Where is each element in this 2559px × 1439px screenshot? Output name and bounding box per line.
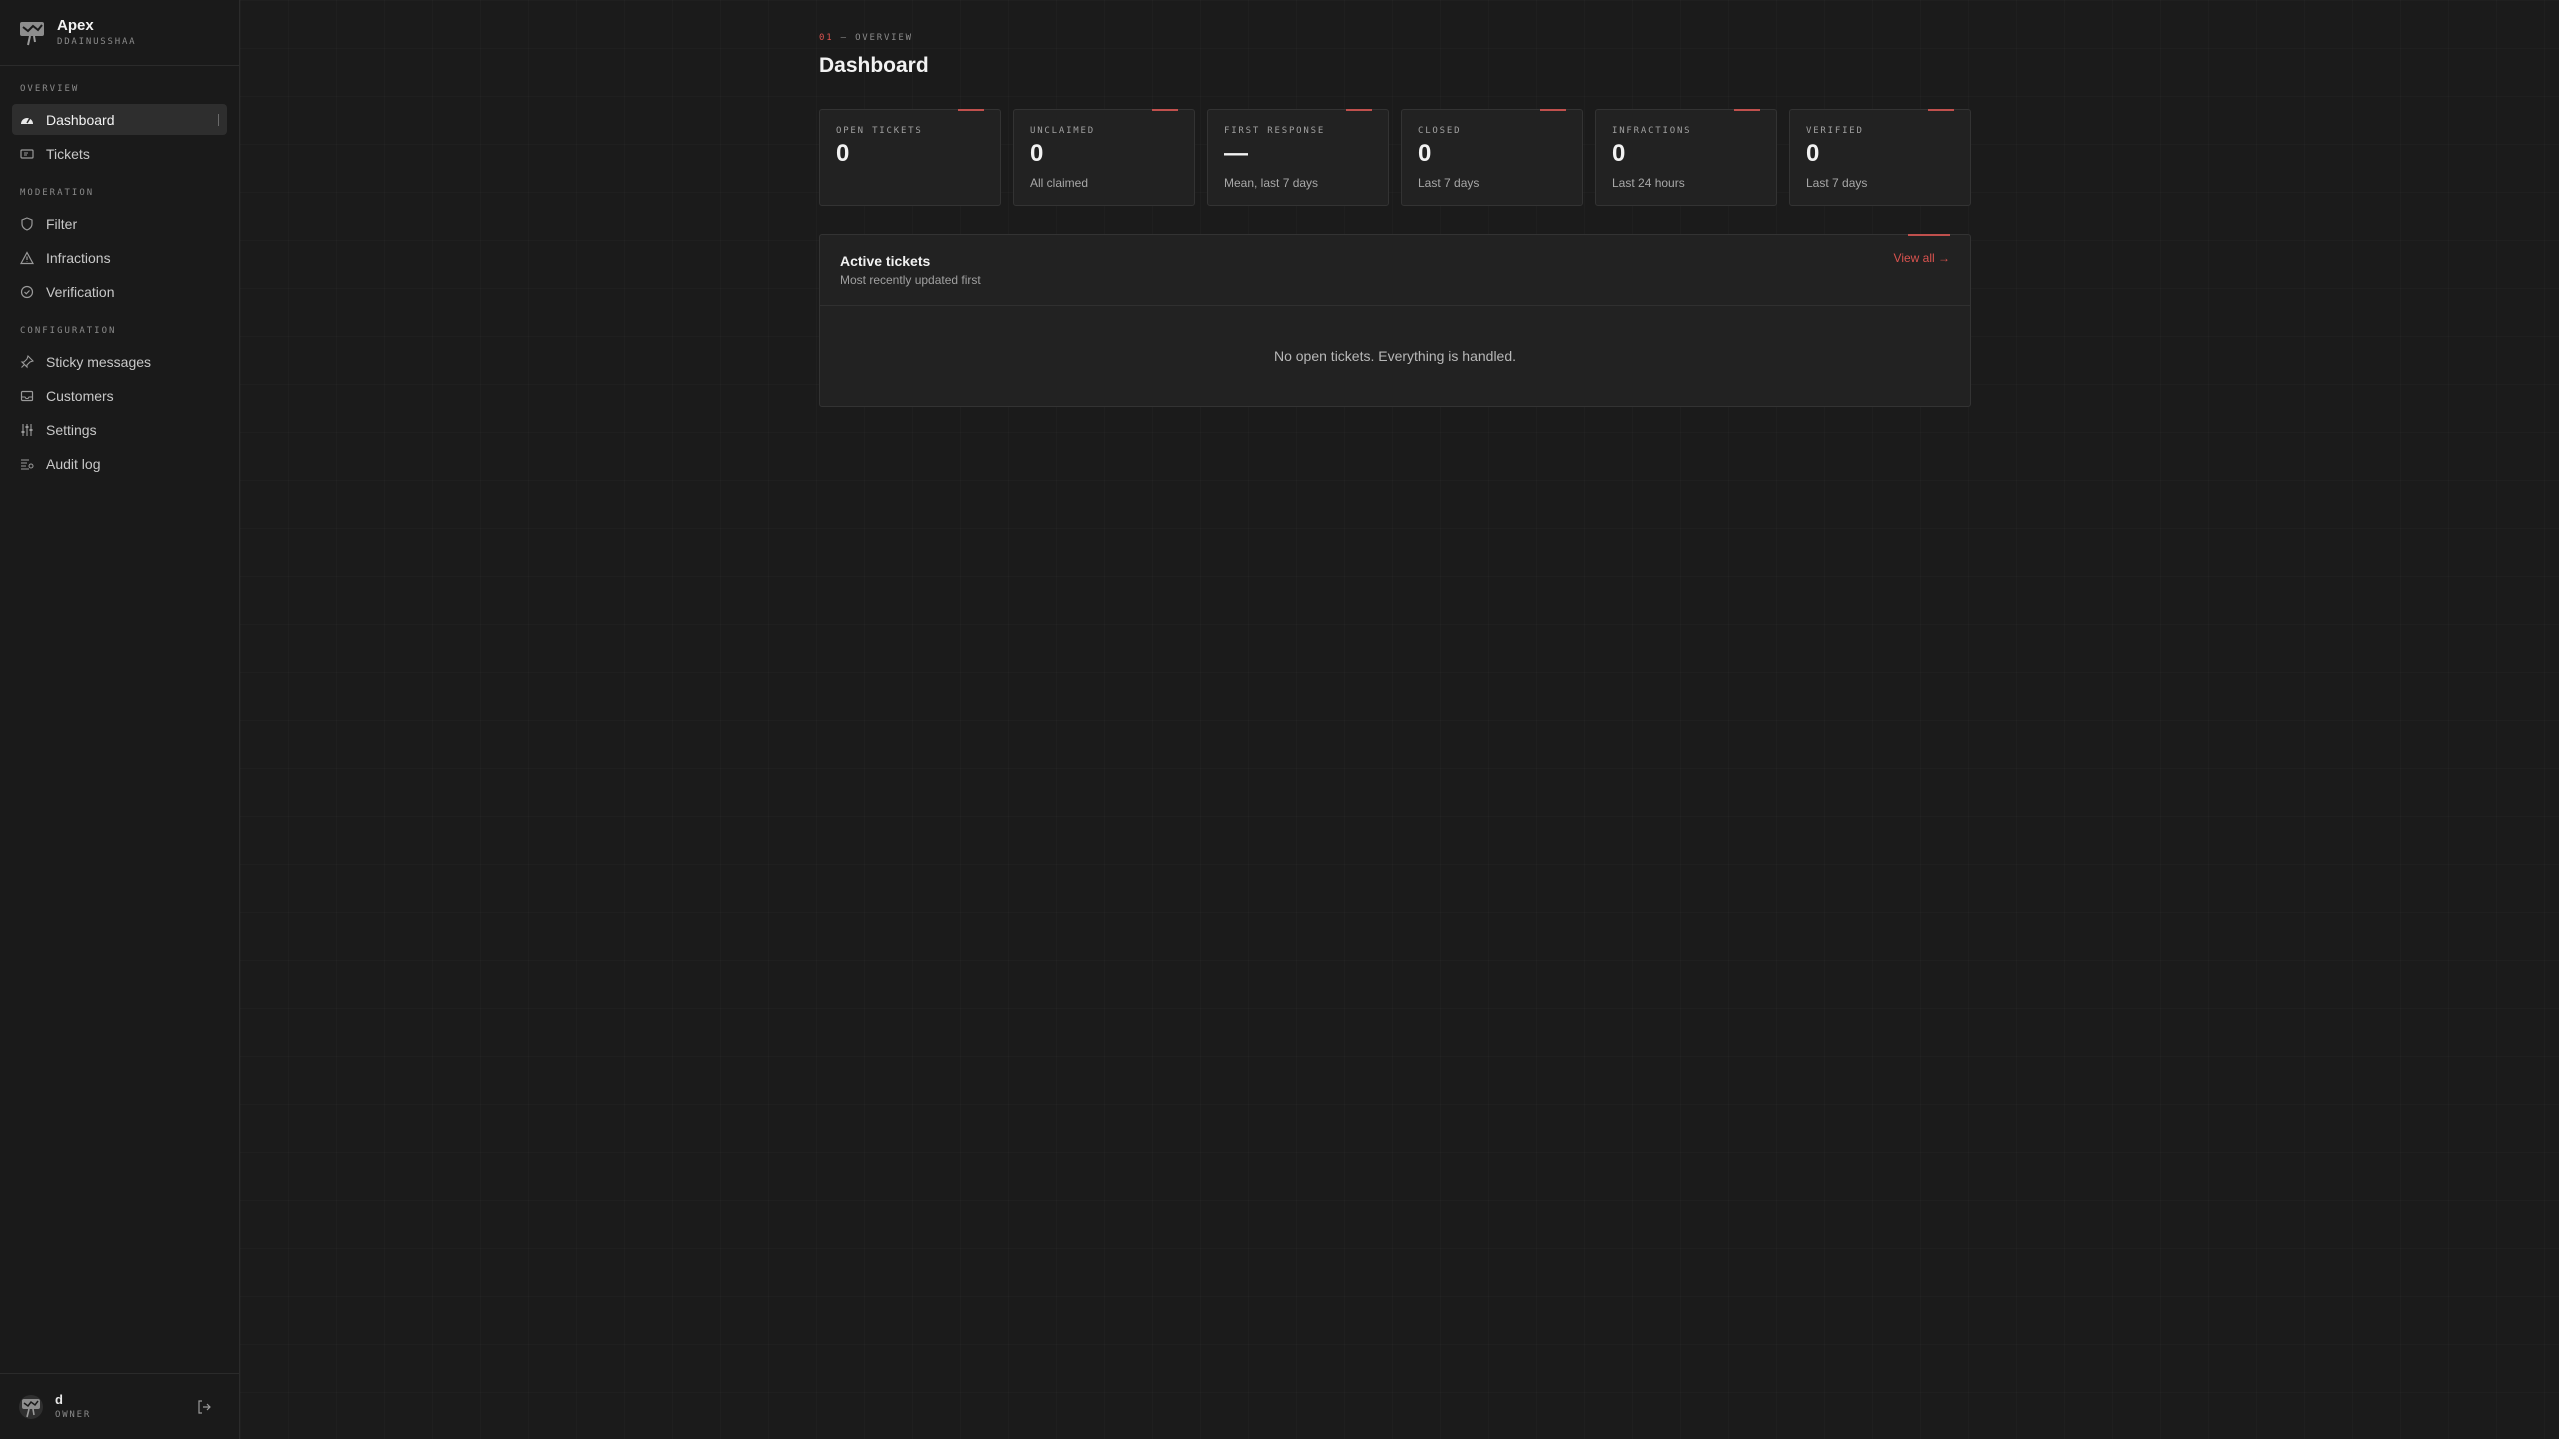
- section-label-overview: OVERVIEW: [20, 84, 80, 94]
- stat-value: 0: [1612, 140, 1626, 167]
- active-tickets-panel: Active tickets Most recently updated fir…: [819, 234, 1971, 407]
- stat-subtext: Mean, last 7 days: [1224, 176, 1319, 190]
- brand-subtitle: DDAINUSSHAA: [57, 36, 137, 47]
- view-all-link[interactable]: View all →: [1894, 251, 1950, 265]
- check-circle-icon: [20, 285, 34, 298]
- sidebar-item-sticky-messages[interactable]: Sticky messages: [12, 346, 227, 377]
- sidebar: Apex DDAINUSSHAA OVERVIEW Dashboard Tick…: [0, 0, 240, 1439]
- panel-title: Active tickets: [840, 253, 931, 269]
- brand-name: Apex: [57, 16, 94, 34]
- sidebar-item-label: Infractions: [46, 249, 111, 266]
- brand-header[interactable]: Apex DDAINUSSHAA: [0, 0, 239, 66]
- sidebar-item-audit-log[interactable]: Audit log: [12, 448, 227, 479]
- user-role: OWNER: [55, 1409, 92, 1420]
- sidebar-item-infractions[interactable]: Infractions: [12, 242, 227, 273]
- section-label-moderation: MODERATION: [20, 188, 95, 198]
- stat-card-unclaimed: UNCLAIMED 0 All claimed: [1013, 109, 1195, 206]
- panel-header: Active tickets Most recently updated fir…: [820, 235, 1970, 306]
- stat-label: VERIFIED: [1806, 126, 1864, 136]
- sidebar-item-verification[interactable]: Verification: [12, 276, 227, 307]
- sidebar-item-label: Customers: [46, 387, 114, 404]
- sidebar-item-tickets[interactable]: Tickets: [12, 138, 227, 169]
- brand-logo-icon: [20, 21, 44, 45]
- stat-card-verified: VERIFIED 0 Last 7 days: [1789, 109, 1971, 206]
- section-label-configuration: CONFIGURATION: [20, 326, 117, 336]
- sliders-icon: [21, 423, 33, 436]
- avatar[interactable]: [18, 1394, 44, 1420]
- page-eyebrow: 01 — OVERVIEW: [819, 33, 913, 43]
- sidebar-item-dashboard[interactable]: Dashboard: [12, 104, 227, 135]
- stat-label: CLOSED: [1418, 126, 1462, 136]
- sidebar-item-label: Verification: [46, 283, 115, 300]
- user-name: d: [55, 1391, 63, 1407]
- sidebar-item-label: Dashboard: [46, 111, 115, 128]
- warning-icon: [20, 250, 34, 264]
- stat-card-open-tickets: OPEN TICKETS 0: [819, 109, 1001, 206]
- stat-subtext: Last 7 days: [1806, 176, 1868, 190]
- pin-icon: [20, 354, 34, 368]
- eyebrow-text: — OVERVIEW: [840, 33, 913, 43]
- page-title: Dashboard: [819, 54, 929, 77]
- sidebar-item-label: Settings: [46, 421, 97, 438]
- sidebar-item-customers[interactable]: Customers: [12, 380, 227, 411]
- sidebar-item-label: Sticky messages: [46, 353, 152, 370]
- ticket-icon: [20, 148, 34, 159]
- stat-subtext: All claimed: [1030, 176, 1089, 190]
- stats-row: OPEN TICKETS 0 UNCLAIMED 0 All claimed F…: [819, 109, 1971, 206]
- shield-icon: [21, 216, 33, 231]
- stat-value: 0: [836, 140, 850, 167]
- stat-card-infractions: INFRACTIONS 0 Last 24 hours: [1595, 109, 1777, 206]
- stat-subtext: Last 7 days: [1418, 176, 1480, 190]
- gauge-icon: [21, 117, 33, 124]
- sidebar-item-label: Audit log: [46, 455, 101, 472]
- stat-label: UNCLAIMED: [1030, 126, 1095, 136]
- sidebar-item-label: Tickets: [46, 145, 90, 162]
- stat-subtext: Last 24 hours: [1612, 176, 1685, 190]
- sidebar-item-settings[interactable]: Settings: [12, 414, 227, 445]
- logout-icon[interactable]: [196, 1399, 212, 1415]
- stat-value: 0: [1806, 140, 1820, 167]
- stat-label: OPEN TICKETS: [836, 126, 923, 136]
- stat-label: FIRST RESPONSE: [1224, 126, 1326, 136]
- stat-card-closed: CLOSED 0 Last 7 days: [1401, 109, 1583, 206]
- sidebar-item-filter[interactable]: Filter: [12, 208, 227, 239]
- empty-state-message: No open tickets. Everything is handled.: [1273, 348, 1517, 364]
- sidebar-item-label: Filter: [46, 215, 78, 232]
- user-bar: d OWNER: [0, 1373, 240, 1439]
- eyebrow-number: 01: [819, 33, 834, 43]
- inbox-icon: [20, 390, 34, 401]
- stat-value: 0: [1030, 140, 1044, 167]
- list-icon: [21, 458, 34, 470]
- stat-value: 0: [1418, 140, 1432, 167]
- stat-label: INFRACTIONS: [1612, 126, 1692, 136]
- stat-card-first-response: FIRST RESPONSE — Mean, last 7 days: [1207, 109, 1389, 206]
- stat-value: —: [1224, 140, 1248, 167]
- panel-subtitle: Most recently updated first: [840, 273, 981, 287]
